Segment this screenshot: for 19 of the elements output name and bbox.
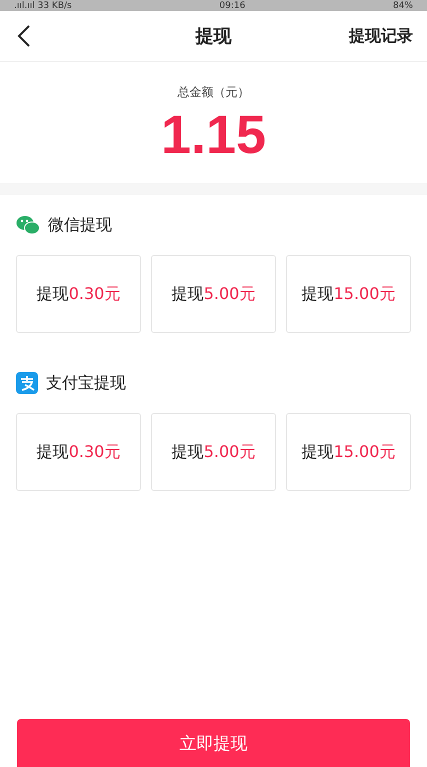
withdraw-button[interactable]: 立即提现 — [17, 719, 410, 767]
amount-option[interactable]: 提现0.30元 — [16, 413, 141, 491]
payment-app-icon — [16, 372, 38, 394]
clock-text: 09:16 — [219, 1, 246, 11]
amount-option[interactable]: 提现5.00元 — [151, 413, 276, 491]
back-icon[interactable] — [16, 24, 32, 48]
chat-bubbles-icon — [16, 215, 40, 235]
page-title: 提现 — [196, 25, 232, 48]
amount-option[interactable]: 提现15.00元 — [286, 413, 411, 491]
section-title: 支付宝提现 — [46, 372, 126, 394]
balance-label: 总金额（元） — [178, 84, 250, 101]
amount-option[interactable]: 提现15.00元 — [286, 255, 411, 333]
amount-option[interactable]: 提现5.00元 — [151, 255, 276, 333]
battery-text: 84% — [392, 1, 413, 11]
records-link[interactable]: 提现记录 — [349, 26, 413, 46]
signal-text: .ııl.ııl 33 KB/s — [14, 1, 72, 11]
balance-amount: 1.15 — [160, 105, 266, 165]
amount-option[interactable]: 提现0.30元 — [16, 255, 141, 333]
section-title: 微信提现 — [48, 214, 112, 236]
